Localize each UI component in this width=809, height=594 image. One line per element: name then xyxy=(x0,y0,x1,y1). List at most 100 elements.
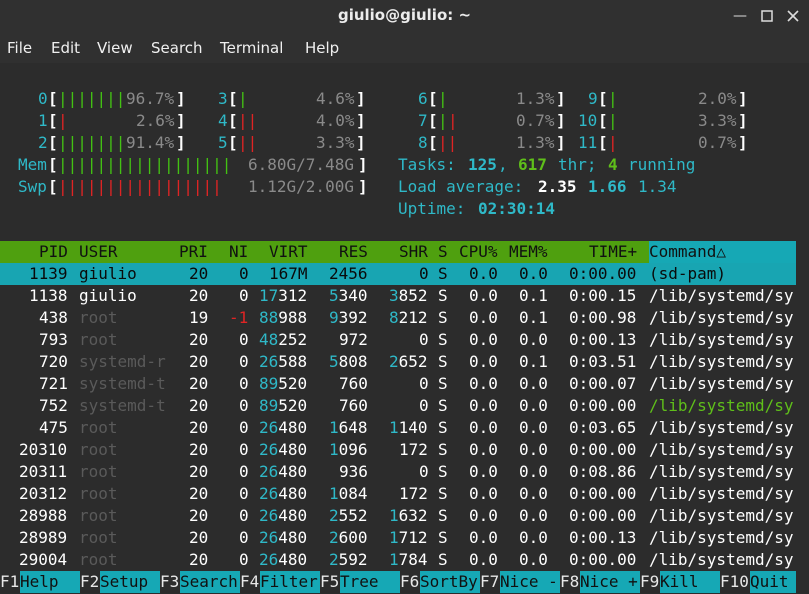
cell-time: 0:00.00 xyxy=(569,484,637,503)
cpu-percent: 0.7% xyxy=(698,133,737,152)
table-row[interactable]: 793 root 20 0 48252 972 0 S 0.0 0.0 0:00.13/lib/sy… xyxy=(0,329,796,351)
cell-cmd: /lib/systemd/sy xyxy=(649,352,794,371)
cell-pid: 28989 xyxy=(19,528,68,547)
close-icon[interactable] xyxy=(781,4,805,28)
tasks-count: 125 xyxy=(468,155,497,174)
fkey-f4[interactable]: F4 xyxy=(240,571,259,593)
cell-s: S xyxy=(438,528,448,547)
fkey-label-nice[interactable]: Nice + xyxy=(580,571,640,593)
table-row[interactable]: 29004 root 20 0 26480 2592 1784 S 0.0 0.0 0:00.00 /… xyxy=(0,549,796,571)
fkey-f7[interactable]: F7 xyxy=(480,571,499,593)
fkey-f10[interactable]: F10 xyxy=(720,571,749,593)
column-header-shr[interactable]: SHR xyxy=(399,241,428,263)
cell-cmd: /lib/systemd/sy xyxy=(649,506,794,525)
fkey-label-filter[interactable]: Filter xyxy=(260,571,320,593)
cell-s: S xyxy=(438,440,448,459)
fkey-label-quit[interactable]: Quit xyxy=(750,571,796,593)
threads-count: 617 xyxy=(518,155,547,174)
menu-edit[interactable]: Edit xyxy=(51,39,80,57)
cell-pri: 20 xyxy=(189,484,209,503)
fkey-f5[interactable]: F5 xyxy=(320,571,339,593)
table-row[interactable]: 720 systemd-r 20 0 26588 5808 2652 S 0.0 0.1 0:03.… xyxy=(0,351,796,373)
column-header-cmd[interactable]: Command△ xyxy=(649,241,796,263)
fkey-label-nice[interactable]: Nice - xyxy=(500,571,560,593)
fkey-label-kill[interactable]: Kill xyxy=(660,571,720,593)
column-header-pri[interactable]: PRI xyxy=(179,241,208,263)
fkey-label-sortby[interactable]: SortBy xyxy=(420,571,480,593)
cell-res-thousands: 1 xyxy=(329,484,339,503)
column-header-res[interactable]: RES xyxy=(339,241,368,263)
table-row[interactable]: 752 systemd-t 20 0 89520 760 0 S 0.0 0.0 0:00.00/l… xyxy=(0,395,796,417)
column-header-cpu[interactable]: CPU% xyxy=(459,241,498,263)
cell-res: 936 xyxy=(339,462,368,481)
table-row[interactable]: 20312 root 20 0 26480 1084 172 S 0.0 0.0 0:00.00/l… xyxy=(0,483,796,505)
table-row[interactable]: 721 systemd-t 20 0 89520 760 0 S 0.0 0.0 0:00.07/l… xyxy=(0,373,796,395)
cell-shr: 0 xyxy=(419,264,429,283)
cell-cmd: /lib/systemd/sy xyxy=(649,330,794,349)
cell-pri: 20 xyxy=(189,528,209,547)
column-header-s[interactable]: S xyxy=(438,241,448,263)
fkey-f9[interactable]: F9 xyxy=(640,571,659,593)
scrollbar[interactable] xyxy=(796,63,809,594)
fkey-label-tree[interactable]: Tree xyxy=(340,571,400,593)
menu-search[interactable]: Search xyxy=(151,39,203,57)
cell-shr-units: 652 xyxy=(398,352,428,371)
menu-view[interactable]: View xyxy=(97,39,133,57)
cell-cmd: /lib/systemd/sy xyxy=(649,528,794,547)
column-header-virt[interactable]: VIRT xyxy=(269,241,308,263)
fkey-f8[interactable]: F8 xyxy=(560,571,579,593)
cell-user: giulio xyxy=(79,264,137,283)
table-row[interactable]: 438 root 19 -1 88988 9392 8212 S 0.0 0.1 0:00.98/l… xyxy=(0,307,796,329)
cell-shr: 2652 xyxy=(389,351,428,373)
cell-shr-units: 712 xyxy=(398,528,428,547)
cell-cmd: /lib/systemd/sy xyxy=(649,308,794,327)
cell-pid: 1138 xyxy=(29,286,68,305)
table-row[interactable]: 1138 giulio 20 0 17312 5340 3852 S 0.0 0.1 0:00.15… xyxy=(0,285,796,307)
fkey-label-setup[interactable]: Setup xyxy=(100,571,160,593)
table-row[interactable]: 20310 root 20 0 26480 1096 172 S 0.0 0.0 0:00.00/l… xyxy=(0,439,796,461)
cell-res-thousands: 2 xyxy=(329,506,339,525)
column-header-mem[interactable]: MEM% xyxy=(509,241,548,263)
cell-shr-thousands: 1 xyxy=(389,550,399,569)
cell-pid: 438 xyxy=(39,308,68,327)
cell-user: systemd-r xyxy=(79,352,166,371)
table-row[interactable]: 28989 root 20 0 26480 2600 1712 S 0.0 0.0 0:00.13 /… xyxy=(0,527,796,549)
cell-cmd: /lib/systemd/sy xyxy=(649,374,794,393)
minimize-icon[interactable]: — xyxy=(728,4,752,28)
table-row[interactable]: 20311 root 20 0 26480 936 0 S 0.0 0.0 0:08.86/lib/… xyxy=(0,461,796,483)
cell-res-thousands: 1 xyxy=(329,418,339,437)
cell-res-units: 084 xyxy=(338,484,368,503)
cell-time: 0:00.98 xyxy=(569,308,637,327)
cell-shr-thousands: 2 xyxy=(389,352,399,371)
cell-res: 5340 xyxy=(329,285,368,307)
cell-s: S xyxy=(438,550,448,569)
menu-help[interactable]: Help xyxy=(305,39,339,57)
cpu-bar-user: | xyxy=(608,111,618,130)
cell-cpu: 0.0 xyxy=(469,374,498,393)
fkey-label-search[interactable]: Search xyxy=(180,571,240,593)
table-row[interactable]: 1139 giulio 20 0 167M 2456 0 S 0.0 0.0 0:00.00 (sd-… xyxy=(0,263,796,285)
table-row[interactable]: 475 root 20 0 26480 1648 1140 S 0.0 0.0 0:03.65/li… xyxy=(0,417,796,439)
cell-pri: 20 xyxy=(189,462,209,481)
column-header-user[interactable]: USER xyxy=(79,241,118,263)
cell-shr: 1632 xyxy=(389,505,428,527)
maximize-icon[interactable] xyxy=(755,4,779,28)
column-header-pid[interactable]: PID xyxy=(39,241,68,263)
fkey-f2[interactable]: F2 xyxy=(80,571,99,593)
fkey-f1[interactable]: F1 xyxy=(0,571,19,593)
cell-cmd: /lib/systemd/sy xyxy=(649,286,794,305)
column-header-ni[interactable]: NI xyxy=(229,241,248,263)
cell-res-thousands: 1 xyxy=(329,440,339,459)
fkey-label-help[interactable]: Help xyxy=(20,571,80,593)
table-row[interactable]: 28988 root 20 0 26480 2552 1632 S 0.0 0.0 0:00.00 /… xyxy=(0,505,796,527)
cell-virt-thousands: 17 xyxy=(259,286,279,305)
menu-file[interactable]: File xyxy=(7,39,32,57)
cell-ni: 0 xyxy=(239,506,249,525)
terminal-area[interactable]: 0[||||||| 96.7%] 1[| 2.6%] 2[||||||| 91.4%] 3[… xyxy=(0,63,796,594)
fkey-f3[interactable]: F3 xyxy=(160,571,179,593)
cell-res: 972 xyxy=(339,330,368,349)
fkey-f6[interactable]: F6 xyxy=(400,571,419,593)
cell-mem: 0.0 xyxy=(519,264,548,283)
menu-terminal[interactable]: Terminal xyxy=(220,39,283,57)
column-header-time[interactable]: TIME+ xyxy=(589,241,637,263)
